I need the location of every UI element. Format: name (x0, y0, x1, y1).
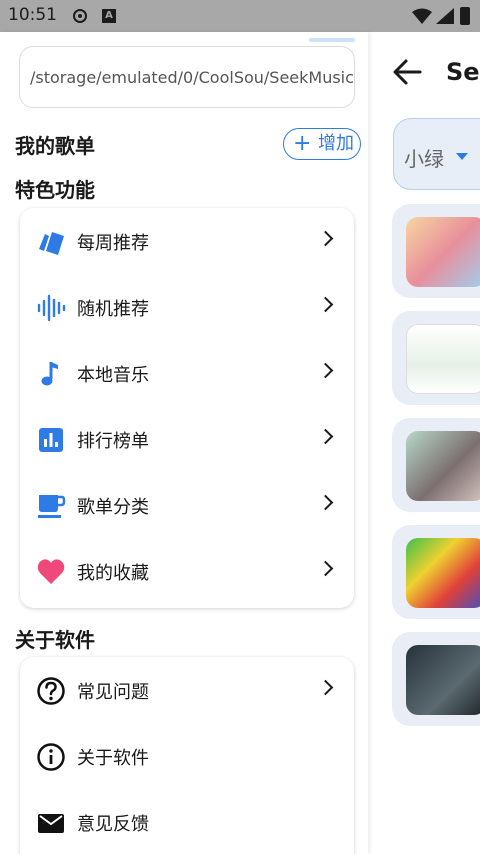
playlist-cover (406, 324, 480, 394)
features-card: 每周推荐 随机推荐 本地音乐 排行榜单 歌单分类 我的收藏 (20, 208, 354, 608)
question-icon (37, 677, 65, 705)
signal-icon (436, 8, 454, 24)
menu-item-categories[interactable]: 歌单分类 (20, 472, 354, 538)
app-notification-icon: A (102, 9, 116, 23)
playlist-cover (406, 217, 480, 287)
wifi-icon (412, 8, 432, 24)
playlist-card[interactable] (392, 204, 480, 298)
status-time: 10:51 (8, 5, 57, 25)
menu-item-label: 本地音乐 (77, 365, 149, 386)
playlist-cover (406, 645, 480, 715)
menu-item-label: 每周推荐 (77, 233, 149, 254)
plus-icon: + (293, 131, 312, 156)
battery-icon (460, 7, 470, 25)
playlist-card[interactable] (392, 311, 480, 405)
mail-icon (38, 814, 64, 833)
about-title: 关于软件 (15, 628, 95, 652)
playlist-card[interactable] (392, 418, 480, 512)
menu-item-favorites[interactable]: 我的收藏 (20, 538, 354, 604)
menu-item-feedback[interactable]: 意见反馈 (20, 789, 354, 854)
back-arrow-icon[interactable] (392, 58, 422, 86)
add-playlist-button[interactable]: + 增加 (283, 128, 361, 160)
drawer-top-indicator (309, 38, 355, 42)
record-icon (73, 9, 87, 23)
menu-item-label: 常见问题 (77, 682, 149, 703)
menu-item-label: 歌单分类 (77, 497, 149, 518)
menu-item-about[interactable]: 关于软件 (20, 723, 354, 789)
chevron-right-icon (317, 296, 334, 313)
cards-icon (39, 232, 64, 255)
menu-item-random[interactable]: 随机推荐 (20, 274, 354, 340)
storage-path-field[interactable]: /storage/emulated/0/CoolSou/SeekMusic (19, 46, 355, 108)
cup-icon (38, 495, 66, 518)
chevron-right-icon (317, 679, 334, 696)
chevron-right-icon (317, 560, 334, 577)
background-title: Se (446, 58, 480, 86)
add-playlist-label: 增加 (318, 133, 354, 154)
my-playlists-title: 我的歌单 (15, 134, 95, 158)
menu-item-label: 我的收藏 (77, 563, 149, 584)
playlist-cover (406, 431, 480, 501)
bar-chart-icon (39, 428, 63, 452)
playlist-card[interactable] (392, 632, 480, 726)
status-bar: 10:51 A (0, 0, 480, 32)
waveform-icon (37, 294, 66, 322)
chevron-right-icon (317, 494, 334, 511)
source-select-value: 小绿 (404, 147, 444, 171)
menu-item-label: 意见反馈 (77, 814, 149, 835)
chevron-right-icon (317, 428, 334, 445)
menu-item-charts[interactable]: 排行榜单 (20, 406, 354, 472)
music-note-icon (41, 362, 58, 386)
menu-item-local-music[interactable]: 本地音乐 (20, 340, 354, 406)
chevron-right-icon (317, 362, 334, 379)
info-icon (37, 743, 65, 771)
playlist-cover (406, 538, 480, 608)
menu-item-weekly[interactable]: 每周推荐 (20, 208, 354, 274)
chevron-right-icon (317, 230, 334, 247)
navigation-drawer: /storage/emulated/0/CoolSou/SeekMusic 我的… (0, 32, 368, 854)
playlist-card[interactable] (392, 525, 480, 619)
menu-item-label: 随机推荐 (77, 299, 149, 320)
heart-icon (37, 559, 65, 584)
menu-item-label: 排行榜单 (77, 431, 149, 452)
dropdown-arrow-icon (456, 153, 468, 160)
menu-item-faq[interactable]: 常见问题 (20, 657, 354, 723)
about-card: 常见问题 关于软件 意见反馈 (20, 657, 354, 854)
menu-item-label: 关于软件 (77, 748, 149, 769)
features-title: 特色功能 (15, 178, 95, 202)
source-select[interactable]: 小绿 (393, 118, 480, 190)
